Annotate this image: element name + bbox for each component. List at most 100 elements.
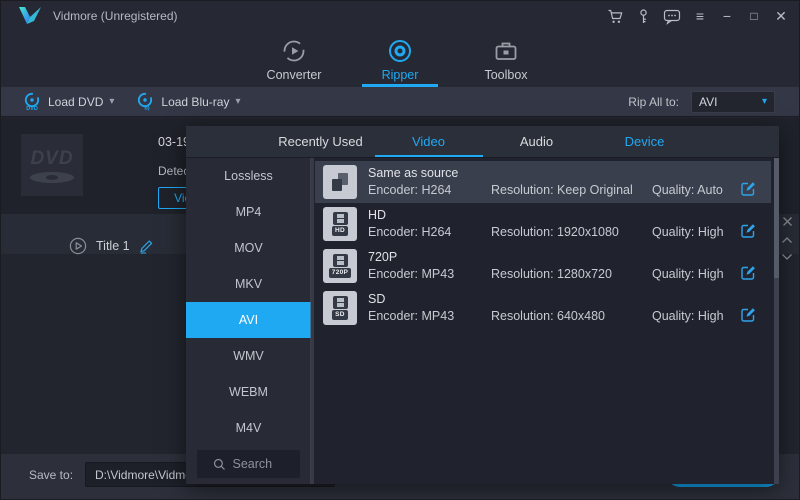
preset-encoder: Encoder: MP43 [368,309,454,323]
preset-row-same-as-source[interactable]: Same as source Encoder: H264 Resolution:… [315,161,771,203]
search-icon [213,458,226,471]
move-up-icon[interactable] [781,236,793,244]
menu-icon[interactable]: ≡ [692,9,708,23]
tab-converter-label: Converter [267,68,322,82]
video-preset-icon: HD [323,207,357,241]
toolbox-icon [493,38,519,64]
toolbar: DVD Load DVD ▾ b) Load Blu-ray ▾ Rip All… [1,87,799,117]
preset-name: Same as source [368,166,458,180]
profile-panel-tabs: Recently Used Video Audio Device [186,126,779,158]
tab-toolbox-label: Toolbox [484,68,527,82]
preset-resolution: Resolution: 1920x1080 [491,225,619,239]
close-icon[interactable]: ✕ [773,9,789,23]
tab-ripper-label: Ripper [382,68,419,82]
preset-quality: Quality: Auto [652,183,723,197]
maximize-icon[interactable]: □ [746,10,762,22]
preset-badge: 720P [329,268,351,277]
search-input[interactable] [233,457,285,471]
bluray-disc-icon: b) [136,92,155,111]
cart-icon[interactable] [607,8,624,25]
dvd-thumbnail: DVD [21,134,83,196]
tab-converter[interactable]: Converter [254,31,334,87]
preset-resolution: Resolution: 640x480 [491,309,605,323]
tab-recently-used[interactable]: Recently Used [267,126,375,157]
save-to-label: Save to: [29,468,73,482]
ripper-icon [387,38,413,64]
chevron-down-icon: ▾ [109,96,114,107]
tab-ripper[interactable]: Ripper [360,31,440,87]
preset-resolution: Resolution: 1280x720 [491,267,612,281]
preset-badge: SD [332,310,348,319]
titlebar: Vidmore (Unregistered) ≡ − □ ✕ [1,1,799,31]
rip-all-to-label: Rip All to: [628,95,679,109]
video-preset-icon: 720P [323,249,357,283]
preset-quality: Quality: High [652,267,724,281]
rip-all-to-select[interactable]: AVI ▾ [691,91,775,113]
preset-resolution: Resolution: Keep Original [491,183,633,197]
format-list-scrollbar[interactable] [310,158,314,484]
preset-row-hd[interactable]: HD HD Encoder: H264 Resolution: 1920x108… [315,203,771,245]
list-edge-controls [779,216,795,261]
play-circle-icon[interactable] [69,237,87,255]
format-item-webm[interactable]: WEBM [186,374,311,410]
video-preset-icon: SD [323,291,357,325]
rip-all-to-value: AVI [699,95,762,109]
feedback-icon[interactable] [663,8,681,25]
edit-profile-icon[interactable] [740,180,757,197]
preset-name: SD [368,292,385,306]
preset-badge: HD [332,226,348,235]
edit-profile-icon[interactable] [740,306,757,323]
load-bluray-label: Load Blu-ray [161,95,229,109]
tab-device[interactable]: Device [591,126,699,157]
titlebar-icons: ≡ − □ ✕ [607,1,789,31]
remove-item-icon[interactable] [782,216,793,227]
preset-quality: Quality: High [652,225,724,239]
load-bluray-button[interactable]: b) Load Blu-ray ▾ [136,92,240,111]
rename-pencil-icon[interactable] [139,239,154,254]
edit-profile-icon[interactable] [740,222,757,239]
preset-name: HD [368,208,386,222]
load-dvd-button[interactable]: DVD Load DVD ▾ [23,92,114,111]
format-search[interactable] [197,450,300,478]
preset-encoder: Encoder: H264 [368,183,451,197]
load-dvd-label: Load DVD [48,95,103,109]
preset-list: Same as source Encoder: H264 Resolution:… [315,161,771,329]
format-item-m4v[interactable]: M4V [186,410,311,446]
dvd-disc-icon: DVD [23,92,42,111]
vidmore-logo-icon [17,5,43,27]
preset-row-720p[interactable]: 720P 720P Encoder: MP43 Resolution: 1280… [315,245,771,287]
preset-name: 720P [368,250,397,264]
format-list: Lossless MP4 MOV MKV AVI WMV WEBM M4V [186,158,311,484]
format-item-mp4[interactable]: MP4 [186,194,311,230]
converter-icon [281,38,307,64]
preset-encoder: Encoder: MP43 [368,267,454,281]
format-item-mkv[interactable]: MKV [186,266,311,302]
chevron-down-icon: ▾ [762,96,767,107]
tab-video[interactable]: Video [375,126,483,157]
format-item-lossless[interactable]: Lossless [186,158,311,194]
svg-text:b): b) [145,106,150,112]
move-down-icon[interactable] [781,253,793,261]
chevron-down-icon: ▾ [235,96,240,107]
title-row-label: Title 1 [96,239,130,253]
key-icon[interactable] [635,8,652,25]
svg-text:DVD: DVD [26,106,38,111]
app-title: Vidmore (Unregistered) [53,9,178,23]
preset-list-scrollbar[interactable] [774,158,779,484]
format-item-wmv[interactable]: WMV [186,338,311,374]
dvd-logo-text: DVD [30,148,73,170]
title-row[interactable]: Title 1 [69,237,154,255]
main-nav: Converter Ripper Toolbox [1,31,799,87]
format-item-mov[interactable]: MOV [186,230,311,266]
preset-row-sd[interactable]: SD SD Encoder: MP43 Resolution: 640x480 … [315,287,771,329]
edit-profile-icon[interactable] [740,264,757,281]
minimize-icon[interactable]: − [719,9,735,23]
profile-panel: Recently Used Video Audio Device Lossles… [186,126,779,484]
preset-encoder: Encoder: H264 [368,225,451,239]
same-as-source-icon [323,165,357,199]
preset-quality: Quality: High [652,309,724,323]
format-item-avi[interactable]: AVI [186,302,311,338]
tab-toolbox[interactable]: Toolbox [466,31,546,87]
tab-audio[interactable]: Audio [483,126,591,157]
app-window: Vidmore (Unregistered) ≡ − □ ✕ [0,0,800,500]
